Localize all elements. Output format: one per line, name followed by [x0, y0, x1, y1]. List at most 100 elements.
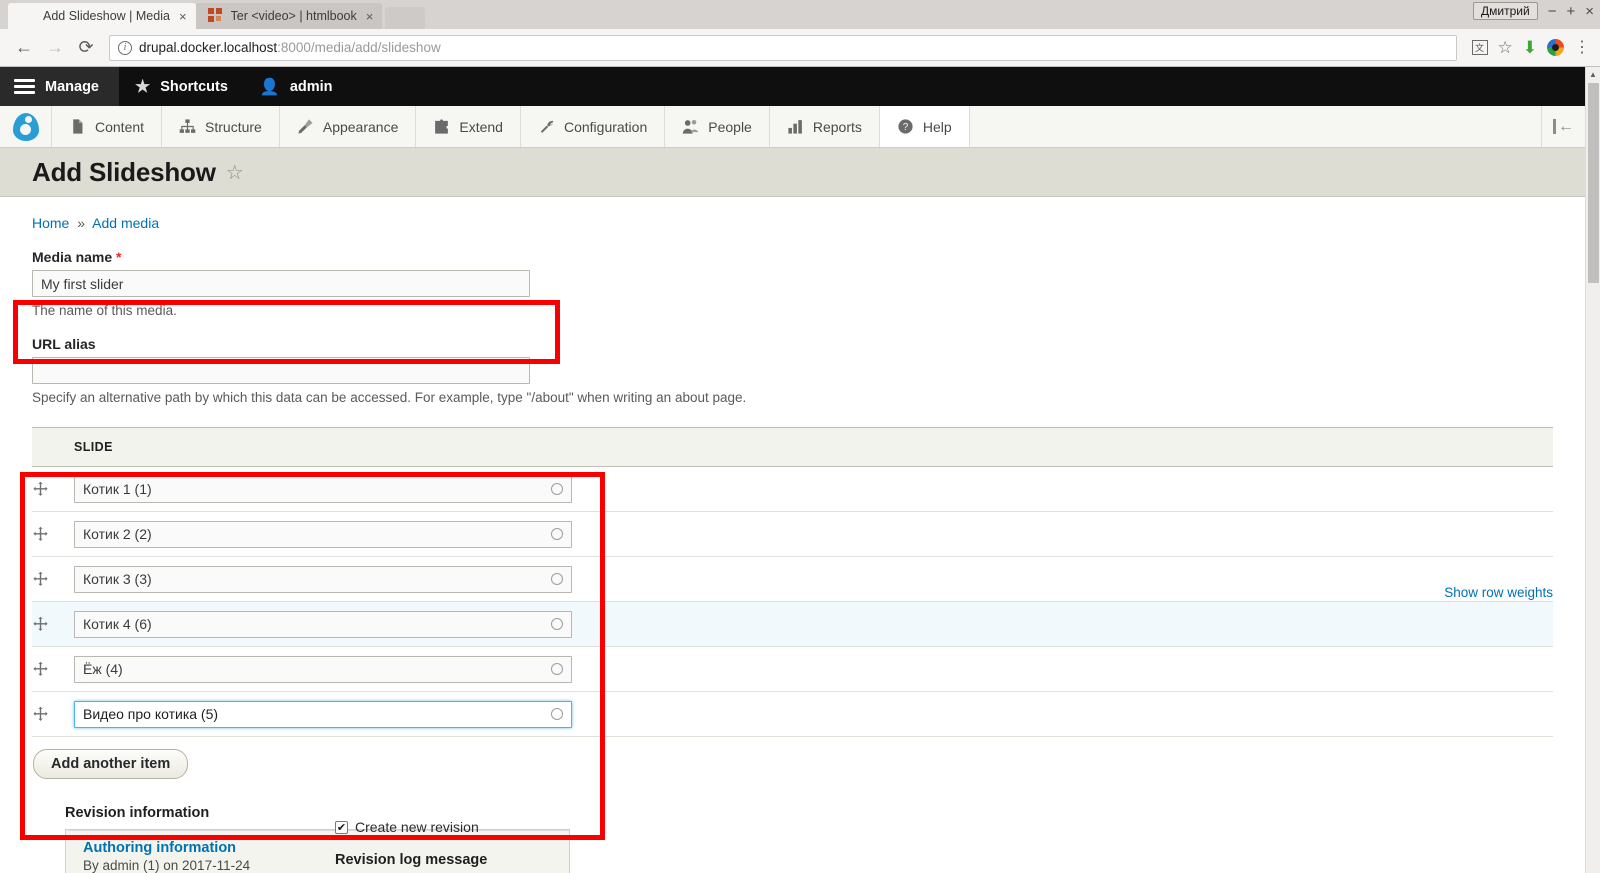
slide-input[interactable] [74, 520, 572, 548]
breadcrumb-item-home[interactable]: Home [32, 215, 69, 231]
menu-item-people[interactable]: People [665, 106, 770, 147]
slide-input[interactable] [74, 655, 572, 683]
drag-handle-icon[interactable] [32, 706, 49, 723]
create-new-revision-row[interactable]: ✔ Create new revision [335, 819, 1535, 835]
html-squares-icon [207, 8, 224, 24]
sitemap-icon [179, 119, 196, 133]
table-row[interactable] [32, 557, 1553, 602]
drag-handle-cell[interactable] [32, 467, 74, 512]
toolbar-manage-label: Manage [45, 78, 99, 95]
drag-handle-cell[interactable] [32, 557, 74, 602]
revision-fields: ✔ Create new revision Revision log messa… [335, 819, 1535, 873]
menu-item-help[interactable]: ? Help [879, 106, 970, 147]
create-new-revision-label: Create new revision [355, 819, 479, 835]
tab-close-icon[interactable]: × [177, 9, 187, 24]
toolbar-shortcuts-button[interactable]: ★ Shortcuts [119, 67, 244, 106]
browser-tabstrip: Add Slideshow | Media × Ter <video> | ht… [0, 0, 1600, 29]
menu-item-extend[interactable]: Extend [416, 106, 521, 147]
maximize-button[interactable]: + [1566, 4, 1575, 19]
breadcrumb-item-add-media[interactable]: Add media [92, 215, 159, 231]
table-row[interactable] [32, 467, 1553, 512]
toolbar-collapse-button[interactable]: ← [1541, 106, 1585, 147]
translate-icon[interactable]: 文 [1471, 40, 1488, 55]
drag-handle-cell[interactable] [32, 512, 74, 557]
add-another-item-button[interactable]: Add another item [33, 749, 189, 779]
puzzle-icon [435, 119, 449, 134]
page-scrollbar[interactable]: ▲ [1585, 67, 1600, 873]
drupal-logo[interactable] [0, 106, 52, 147]
chrome-menu-icon[interactable]: ⋮ [1574, 39, 1590, 55]
drag-handle-cell[interactable] [32, 647, 74, 692]
menu-item-content[interactable]: Content [52, 106, 163, 147]
menu-item-reports[interactable]: Reports [770, 106, 880, 147]
toolbar-account-label: admin [289, 78, 333, 95]
slide-input[interactable] [74, 610, 572, 638]
menu-item-label: People [708, 118, 752, 135]
table-row[interactable] [32, 601, 1553, 647]
minimize-button[interactable]: − [1548, 4, 1557, 19]
toolbar-account-button[interactable]: 👤 admin [244, 67, 349, 106]
drag-handle-icon[interactable] [32, 481, 49, 498]
media-name-input[interactable] [32, 270, 530, 297]
slide-value-cell [74, 692, 1553, 737]
toolbar-manage-button[interactable]: Manage [0, 67, 119, 106]
slide-autocomplete [74, 610, 572, 638]
scroll-up-arrow-icon[interactable]: ▲ [1586, 67, 1600, 82]
site-info-icon[interactable]: i [118, 40, 132, 55]
table-row[interactable] [32, 512, 1553, 557]
collapse-bar-icon [1553, 119, 1556, 134]
table-row[interactable] [32, 647, 1553, 692]
download-icon[interactable]: ⬇ [1523, 38, 1537, 58]
page-content: Home » Add media Media name * The name o… [0, 197, 1585, 873]
slide-table-head: SLIDE [32, 427, 1553, 467]
reload-icon[interactable]: ⟳ [72, 34, 100, 62]
menu-item-label: Reports [812, 118, 862, 135]
scrollbar-thumb[interactable] [1588, 83, 1599, 283]
window-user-label[interactable]: Дмитрий [1473, 2, 1538, 20]
menu-item-appearance[interactable]: Appearance [280, 106, 417, 147]
menu-item-label: Extend [459, 118, 503, 135]
browser-tab-0[interactable]: Add Slideshow | Media × [8, 3, 196, 29]
slide-input[interactable] [74, 565, 572, 593]
tab-close-icon[interactable]: × [364, 9, 374, 24]
extension-icon[interactable] [1547, 39, 1564, 56]
revision-information-heading: Revision information [65, 805, 210, 821]
slide-input[interactable] [74, 475, 572, 503]
table-row[interactable] [32, 692, 1553, 737]
close-window-button[interactable]: × [1585, 4, 1594, 19]
menu-item-structure[interactable]: Structure [162, 106, 280, 147]
menu-item-label: Content [95, 118, 145, 135]
drupal-admin-menu: Content Structure Appearance Extend Conf… [0, 106, 1585, 148]
drag-handle-icon[interactable] [32, 526, 49, 543]
slide-autocomplete [74, 655, 572, 683]
menu-item-configuration[interactable]: Configuration [521, 106, 666, 147]
revision-log-message-label: Revision log message [335, 852, 488, 868]
drag-handle-cell[interactable] [32, 692, 74, 737]
back-icon[interactable]: ← [10, 34, 38, 62]
url-alias-input[interactable] [32, 357, 530, 384]
media-name-label: Media name * [32, 249, 1553, 265]
show-row-weights-link[interactable]: Show row weights [1444, 585, 1553, 600]
slide-value-cell [74, 467, 1553, 512]
drag-handle-icon[interactable] [32, 571, 49, 588]
drag-handle-icon[interactable] [32, 616, 49, 633]
bookmark-star-icon[interactable]: ☆ [1498, 38, 1513, 58]
favorite-star-icon[interactable]: ☆ [226, 160, 244, 185]
slide-autocomplete [74, 565, 572, 593]
browser-tab-1[interactable]: Ter <video> | htmlbook × [195, 3, 383, 29]
media-name-field-group: Media name * The name of this media. [32, 239, 1553, 318]
slide-column-header: SLIDE [32, 427, 1553, 467]
address-bar[interactable]: i drupal.docker.localhost:8000/media/add… [109, 34, 1457, 61]
drag-handle-icon[interactable] [32, 661, 49, 678]
star-icon: ★ [135, 76, 151, 96]
toolbar-shortcuts-label: Shortcuts [160, 78, 228, 95]
media-name-description: The name of this media. [32, 303, 177, 318]
omnibar-actions: 文 ☆ ⬇ ⋮ [1466, 38, 1590, 58]
create-new-revision-checkbox[interactable]: ✔ [335, 820, 348, 834]
slide-input-focused[interactable] [74, 700, 572, 728]
slide-value-cell [74, 602, 1553, 647]
new-tab-button[interactable] [385, 7, 426, 29]
drag-handle-cell[interactable] [32, 602, 74, 647]
breadcrumb-separator: » [77, 215, 86, 231]
forward-icon[interactable]: → [41, 34, 69, 62]
